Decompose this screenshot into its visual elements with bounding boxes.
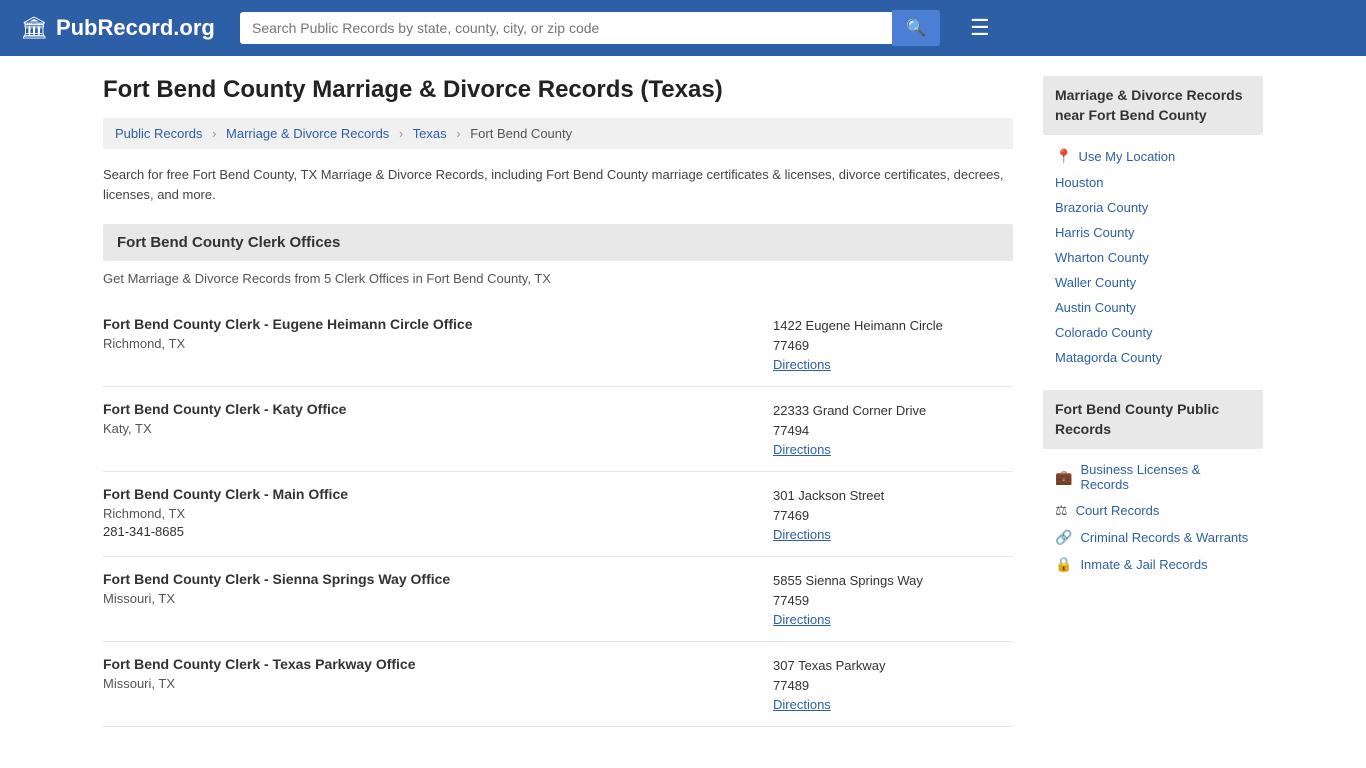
office-phone-2: 281-341-8685 <box>103 524 753 539</box>
office-entry-0: Fort Bend County Clerk - Eugene Heimann … <box>103 302 1013 387</box>
breadcrumb-sep-2: › <box>399 126 403 141</box>
sidebar-item-houston[interactable]: Houston <box>1043 170 1263 195</box>
sidebar-use-location[interactable]: 📍 Use My Location <box>1043 143 1263 170</box>
briefcase-icon: 💼 <box>1055 469 1072 486</box>
section-subtitle: Get Marriage & Divorce Records from 5 Cl… <box>103 271 1013 286</box>
breadcrumb: Public Records › Marriage & Divorce Reco… <box>103 118 1013 149</box>
office-name-0: Fort Bend County Clerk - Eugene Heimann … <box>103 316 753 332</box>
office-entry-3: Fort Bend County Clerk - Sienna Springs … <box>103 557 1013 642</box>
main-container: Fort Bend County Marriage & Divorce Reco… <box>83 56 1283 747</box>
sidebar-item-court-records[interactable]: ⚖ Court Records <box>1043 497 1263 524</box>
office-right-0: 1422 Eugene Heimann Circle77469 Directio… <box>773 316 1013 372</box>
sidebar-item-austin[interactable]: Austin County <box>1043 295 1263 320</box>
sidebar-item-wharton[interactable]: Wharton County <box>1043 245 1263 270</box>
office-address-3: 5855 Sienna Springs Way77459 <box>773 571 1013 610</box>
directions-link-3[interactable]: Directions <box>773 612 831 627</box>
search-area: 🔍 <box>240 10 940 46</box>
scales-icon: ⚖ <box>1055 502 1068 519</box>
sidebar-item-criminal-records[interactable]: 🔗 Criminal Records & Warrants <box>1043 524 1263 551</box>
section-header: Fort Bend County Clerk Offices <box>103 224 1013 261</box>
sidebar-item-waller[interactable]: Waller County <box>1043 270 1263 295</box>
office-address-2: 301 Jackson Street77469 <box>773 486 1013 525</box>
office-entry-2: Fort Bend County Clerk - Main Office Ric… <box>103 472 1013 557</box>
search-icon: 🔍 <box>906 20 926 37</box>
directions-link-4[interactable]: Directions <box>773 697 831 712</box>
office-city-3: Missouri, TX <box>103 591 753 606</box>
office-name-3: Fort Bend County Clerk - Sienna Springs … <box>103 571 753 587</box>
office-left-4: Fort Bend County Clerk - Texas Parkway O… <box>103 656 773 712</box>
offices-list: Fort Bend County Clerk - Eugene Heimann … <box>103 302 1013 727</box>
office-name-4: Fort Bend County Clerk - Texas Parkway O… <box>103 656 753 672</box>
sidebar-public-records-title: Fort Bend County Public Records <box>1043 390 1263 449</box>
sidebar-item-matagorda[interactable]: Matagorda County <box>1043 345 1263 370</box>
office-left-1: Fort Bend County Clerk - Katy Office Kat… <box>103 401 773 457</box>
office-left-3: Fort Bend County Clerk - Sienna Springs … <box>103 571 773 627</box>
office-entry-1: Fort Bend County Clerk - Katy Office Kat… <box>103 387 1013 472</box>
sidebar-nearby-list: 📍 Use My Location Houston Brazoria Count… <box>1043 143 1263 370</box>
directions-link-1[interactable]: Directions <box>773 442 831 457</box>
sidebar-item-brazoria[interactable]: Brazoria County <box>1043 195 1263 220</box>
page-description: Search for free Fort Bend County, TX Mar… <box>103 165 1013 204</box>
office-address-4: 307 Texas Parkway77489 <box>773 656 1013 695</box>
office-city-4: Missouri, TX <box>103 676 753 691</box>
breadcrumb-sep-1: › <box>212 126 216 141</box>
link-icon: 🔗 <box>1055 529 1072 546</box>
directions-link-0[interactable]: Directions <box>773 357 831 372</box>
office-address-1: 22333 Grand Corner Drive77494 <box>773 401 1013 440</box>
site-header: 🏛 PubRecord.org 🔍 ☰ <box>0 0 1366 56</box>
search-input[interactable] <box>240 12 892 44</box>
breadcrumb-sep-3: › <box>456 126 460 141</box>
sidebar-item-colorado[interactable]: Colorado County <box>1043 320 1263 345</box>
office-city-0: Richmond, TX <box>103 336 753 351</box>
sidebar-item-inmate-records[interactable]: 🔒 Inmate & Jail Records <box>1043 551 1263 578</box>
directions-link-2[interactable]: Directions <box>773 527 831 542</box>
office-address-0: 1422 Eugene Heimann Circle77469 <box>773 316 1013 355</box>
sidebar-nearby-title: Marriage & Divorce Records near Fort Ben… <box>1043 76 1263 135</box>
breadcrumb-link-marriage-divorce[interactable]: Marriage & Divorce Records <box>226 126 389 141</box>
office-name-1: Fort Bend County Clerk - Katy Office <box>103 401 753 417</box>
office-right-3: 5855 Sienna Springs Way77459 Directions <box>773 571 1013 627</box>
office-city-2: Richmond, TX <box>103 506 753 521</box>
breadcrumb-current: Fort Bend County <box>470 126 572 141</box>
hamburger-icon: ☰ <box>970 15 990 40</box>
office-right-4: 307 Texas Parkway77489 Directions <box>773 656 1013 712</box>
logo-icon: 🏛 <box>20 15 48 41</box>
sidebar: Marriage & Divorce Records near Fort Ben… <box>1043 76 1263 727</box>
breadcrumb-link-public-records[interactable]: Public Records <box>115 126 202 141</box>
office-entry-4: Fort Bend County Clerk - Texas Parkway O… <box>103 642 1013 727</box>
office-city-1: Katy, TX <box>103 421 753 436</box>
page-title: Fort Bend County Marriage & Divorce Reco… <box>103 76 1013 104</box>
main-content: Fort Bend County Marriage & Divorce Reco… <box>103 76 1013 727</box>
menu-button[interactable]: ☰ <box>970 15 990 41</box>
location-pin-icon: 📍 <box>1055 148 1072 165</box>
sidebar-public-records-list: 💼 Business Licenses & Records ⚖ Court Re… <box>1043 457 1263 578</box>
site-logo[interactable]: 🏛 PubRecord.org <box>20 15 220 41</box>
search-button[interactable]: 🔍 <box>892 10 940 46</box>
lock-icon: 🔒 <box>1055 556 1072 573</box>
office-name-2: Fort Bend County Clerk - Main Office <box>103 486 753 502</box>
office-right-1: 22333 Grand Corner Drive77494 Directions <box>773 401 1013 457</box>
office-right-2: 301 Jackson Street77469 Directions <box>773 486 1013 542</box>
sidebar-item-business-licenses[interactable]: 💼 Business Licenses & Records <box>1043 457 1263 497</box>
sidebar-item-harris[interactable]: Harris County <box>1043 220 1263 245</box>
office-left-0: Fort Bend County Clerk - Eugene Heimann … <box>103 316 773 372</box>
breadcrumb-link-texas[interactable]: Texas <box>413 126 447 141</box>
logo-text: PubRecord.org <box>56 15 215 41</box>
use-location-link[interactable]: Use My Location <box>1078 149 1175 164</box>
office-left-2: Fort Bend County Clerk - Main Office Ric… <box>103 486 773 542</box>
